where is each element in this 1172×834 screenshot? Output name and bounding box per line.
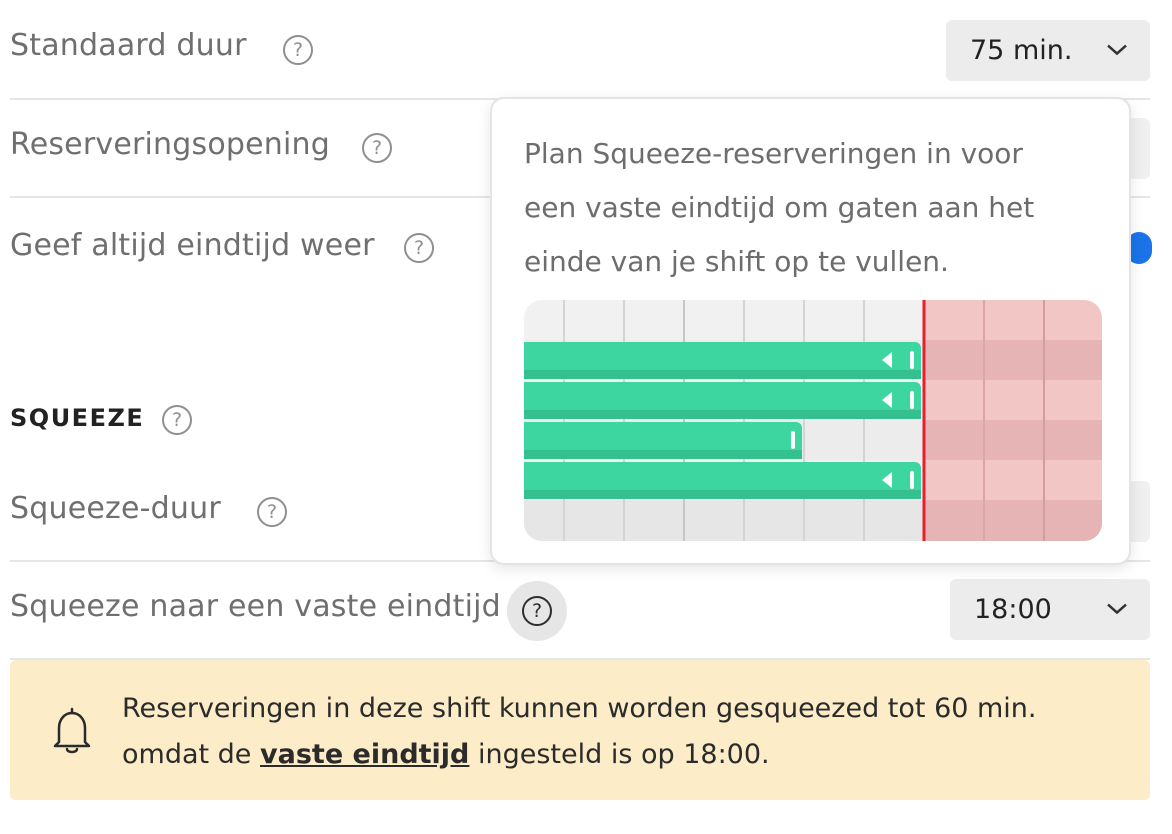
section-title: SQUEEZE: [10, 404, 145, 432]
always-show-end-label: Geef altijd eindtijd weer: [10, 228, 375, 263]
chevron-down-icon: [1107, 603, 1127, 614]
alert-line-2-suffix: ingesteld is op 18:00.: [469, 739, 770, 770]
fixed-end-time-link[interactable]: vaste eindtijd: [260, 739, 469, 770]
booking-opening-label: Reserveringsopening: [10, 127, 331, 162]
alert-line-2-prefix: omdat de: [122, 739, 261, 770]
squeeze-fixed-end-label: Squeeze naar een vaste eindtijd: [10, 589, 501, 624]
squeeze-duration-label: Squeeze-duur: [10, 491, 221, 526]
squeeze-fixed-end-value: 18:00: [974, 594, 1052, 625]
help-tooltip: Plan Squeeze-reserveringen in voor een v…: [490, 97, 1131, 565]
squeeze-duration-select[interactable]: [1128, 481, 1150, 542]
question-circle-icon: ?: [522, 596, 552, 626]
squeeze-illustration: [524, 300, 1102, 541]
question-circle-icon[interactable]: ?: [162, 405, 192, 435]
default-duration-select[interactable]: 75 min.: [946, 20, 1150, 81]
question-circle-icon[interactable]: ?: [257, 497, 287, 527]
question-circle-icon[interactable]: ?: [404, 233, 434, 263]
booking-opening-select[interactable]: [1128, 118, 1150, 179]
alert-line-2: omdat de vaste eindtijd ingesteld is op …: [122, 732, 1122, 778]
help-button-active[interactable]: ?: [507, 581, 567, 641]
tooltip-text: Plan Squeeze-reserveringen in voor een v…: [524, 137, 1035, 278]
question-circle-icon[interactable]: ?: [362, 133, 392, 163]
chevron-down-icon: [1107, 44, 1127, 55]
default-duration-label: Standaard duur: [10, 28, 247, 63]
info-alert: Reserveringen in deze shift kunnen worde…: [10, 660, 1150, 800]
squeeze-fixed-end-select[interactable]: 18:00: [950, 579, 1150, 640]
alert-line-1: Reserveringen in deze shift kunnen worde…: [122, 693, 1037, 724]
bell-icon: [53, 707, 91, 754]
default-duration-value: 75 min.: [970, 35, 1073, 66]
alert-text: Reserveringen in deze shift kunnen worde…: [122, 686, 1122, 778]
question-circle-icon[interactable]: ?: [283, 35, 313, 65]
